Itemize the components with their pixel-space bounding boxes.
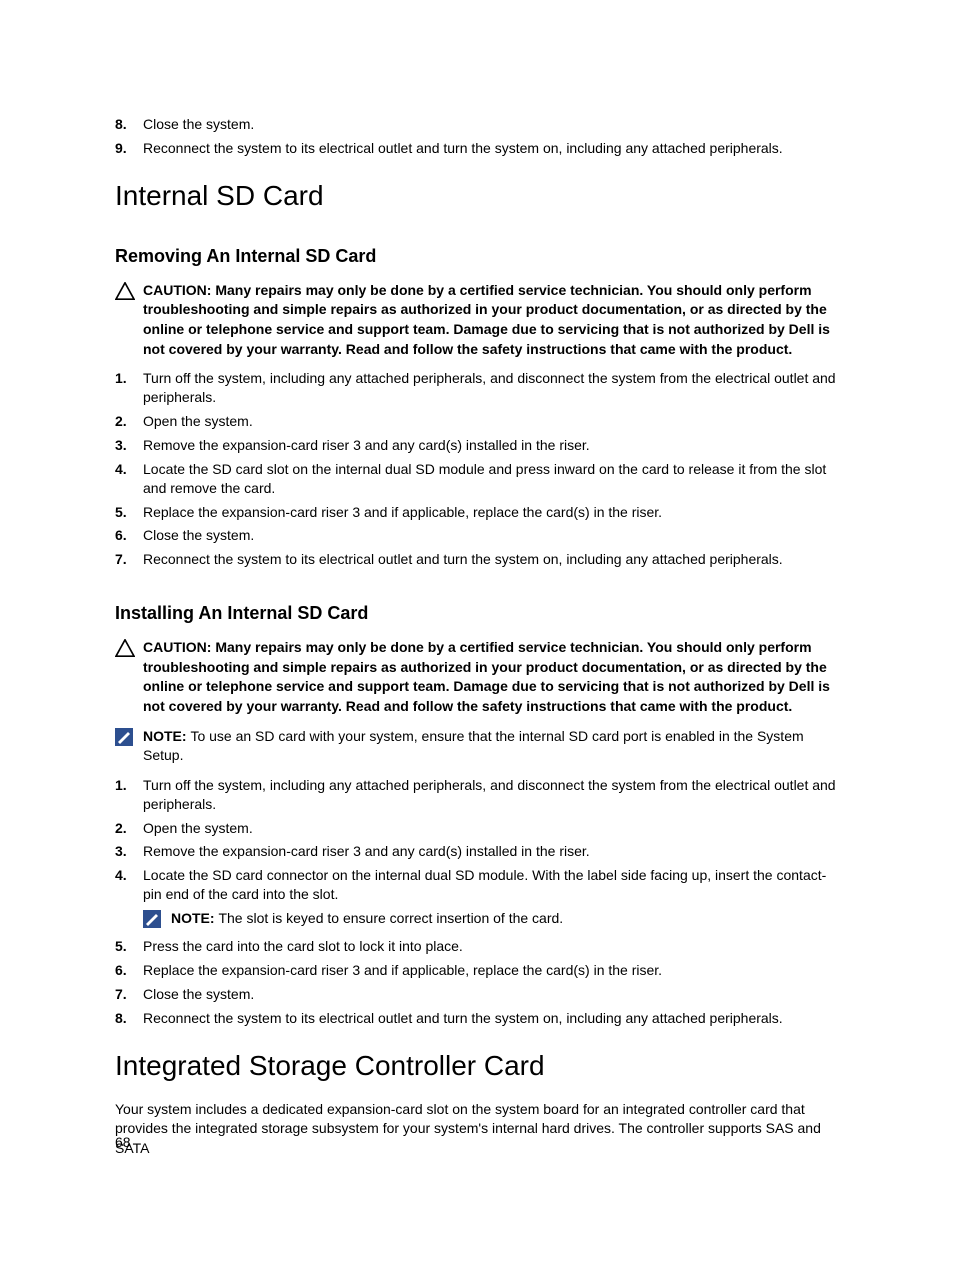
step-number: 2. bbox=[115, 819, 143, 838]
caution-label: CAUTION: bbox=[143, 282, 215, 298]
list-item: 1.Turn off the system, including any att… bbox=[115, 369, 844, 407]
caution-body: Many repairs may only be done by a certi… bbox=[143, 282, 830, 357]
list-item: 3.Remove the expansion-card riser 3 and … bbox=[115, 842, 844, 861]
note-body: To use an SD card with your system, ensu… bbox=[143, 728, 804, 764]
list-item: 6.Close the system. bbox=[115, 526, 844, 545]
list-item: 7.Close the system. bbox=[115, 985, 844, 1004]
page-number: 68 bbox=[115, 1134, 131, 1150]
list-item: 4.Locate the SD card slot on the interna… bbox=[115, 460, 844, 498]
list-item: 8. Close the system. bbox=[115, 115, 844, 134]
list-item: 5.Press the card into the card slot to l… bbox=[115, 937, 844, 956]
heading-1: Integrated Storage Controller Card bbox=[115, 1050, 844, 1082]
caution-label: CAUTION: bbox=[143, 639, 215, 655]
step-number: 7. bbox=[115, 985, 143, 1004]
step-text: Reconnect the system to its electrical o… bbox=[143, 550, 844, 569]
step-text: Locate the SD card connector on the inte… bbox=[143, 866, 844, 904]
note-icon bbox=[143, 910, 171, 931]
caution-text: CAUTION: Many repairs may only be done b… bbox=[143, 281, 844, 359]
note-callout: NOTE: The slot is keyed to ensure correc… bbox=[143, 910, 844, 931]
list-item: 2.Open the system. bbox=[115, 819, 844, 838]
step-text: Locate the SD card slot on the internal … bbox=[143, 460, 844, 498]
caution-text: CAUTION: Many repairs may only be done b… bbox=[143, 638, 844, 716]
removing-step-list: 1.Turn off the system, including any att… bbox=[115, 369, 844, 569]
step-text: Replace the expansion-card riser 3 and i… bbox=[143, 961, 844, 980]
document-page: 8. Close the system. 9. Reconnect the sy… bbox=[0, 0, 954, 1268]
step-number: 7. bbox=[115, 550, 143, 569]
installing-step-list-b: 5.Press the card into the card slot to l… bbox=[115, 937, 844, 1028]
note-label: NOTE: bbox=[143, 728, 190, 744]
note-callout: NOTE: To use an SD card with your system… bbox=[115, 727, 844, 766]
step-number: 8. bbox=[115, 1009, 143, 1028]
list-item: 4.Locate the SD card connector on the in… bbox=[115, 866, 844, 904]
heading-1: Internal SD Card bbox=[115, 180, 844, 212]
step-number: 3. bbox=[115, 436, 143, 455]
note-body: The slot is keyed to ensure correct inse… bbox=[218, 910, 563, 926]
step-text: Close the system. bbox=[143, 985, 844, 1004]
caution-callout: CAUTION: Many repairs may only be done b… bbox=[115, 281, 844, 359]
list-item: 9. Reconnect the system to its electrica… bbox=[115, 139, 844, 158]
step-text: Close the system. bbox=[143, 526, 844, 545]
caution-icon bbox=[115, 281, 143, 359]
list-item: 7.Reconnect the system to its electrical… bbox=[115, 550, 844, 569]
body-paragraph: Your system includes a dedicated expansi… bbox=[115, 1100, 844, 1159]
step-number: 4. bbox=[115, 866, 143, 904]
step-number: 1. bbox=[115, 369, 143, 407]
step-number: 6. bbox=[115, 961, 143, 980]
step-number: 6. bbox=[115, 526, 143, 545]
step-number: 8. bbox=[115, 115, 143, 134]
step-text: Press the card into the card slot to loc… bbox=[143, 937, 844, 956]
step-number: 3. bbox=[115, 842, 143, 861]
step-number: 1. bbox=[115, 776, 143, 814]
step-text: Open the system. bbox=[143, 819, 844, 838]
step-number: 5. bbox=[115, 937, 143, 956]
note-text: NOTE: The slot is keyed to ensure correc… bbox=[171, 910, 844, 931]
step-number: 5. bbox=[115, 503, 143, 522]
caution-icon bbox=[115, 638, 143, 716]
step-number: 9. bbox=[115, 139, 143, 158]
step-text: Remove the expansion-card riser 3 and an… bbox=[143, 842, 844, 861]
list-item: 3.Remove the expansion-card riser 3 and … bbox=[115, 436, 844, 455]
list-item: 6.Replace the expansion-card riser 3 and… bbox=[115, 961, 844, 980]
note-label: NOTE: bbox=[171, 910, 218, 926]
step-number: 2. bbox=[115, 412, 143, 431]
step-text: Replace the expansion-card riser 3 and i… bbox=[143, 503, 844, 522]
step-text: Close the system. bbox=[143, 115, 844, 134]
installing-step-list-a: 1.Turn off the system, including any att… bbox=[115, 776, 844, 904]
list-item: 2.Open the system. bbox=[115, 412, 844, 431]
list-item: 5.Replace the expansion-card riser 3 and… bbox=[115, 503, 844, 522]
caution-callout: CAUTION: Many repairs may only be done b… bbox=[115, 638, 844, 716]
step-text: Reconnect the system to its electrical o… bbox=[143, 1009, 844, 1028]
step-text: Reconnect the system to its electrical o… bbox=[143, 139, 844, 158]
step-text: Remove the expansion-card riser 3 and an… bbox=[143, 436, 844, 455]
list-item: 8.Reconnect the system to its electrical… bbox=[115, 1009, 844, 1028]
caution-body: Many repairs may only be done by a certi… bbox=[143, 639, 830, 714]
note-text: NOTE: To use an SD card with your system… bbox=[143, 727, 844, 766]
step-text: Turn off the system, including any attac… bbox=[143, 369, 844, 407]
heading-2: Removing An Internal SD Card bbox=[115, 246, 844, 267]
heading-2: Installing An Internal SD Card bbox=[115, 603, 844, 624]
step-text: Open the system. bbox=[143, 412, 844, 431]
note-icon bbox=[115, 727, 143, 766]
continued-step-list: 8. Close the system. 9. Reconnect the sy… bbox=[115, 115, 844, 158]
step-number: 4. bbox=[115, 460, 143, 498]
step-text: Turn off the system, including any attac… bbox=[143, 776, 844, 814]
list-item: 1.Turn off the system, including any att… bbox=[115, 776, 844, 814]
